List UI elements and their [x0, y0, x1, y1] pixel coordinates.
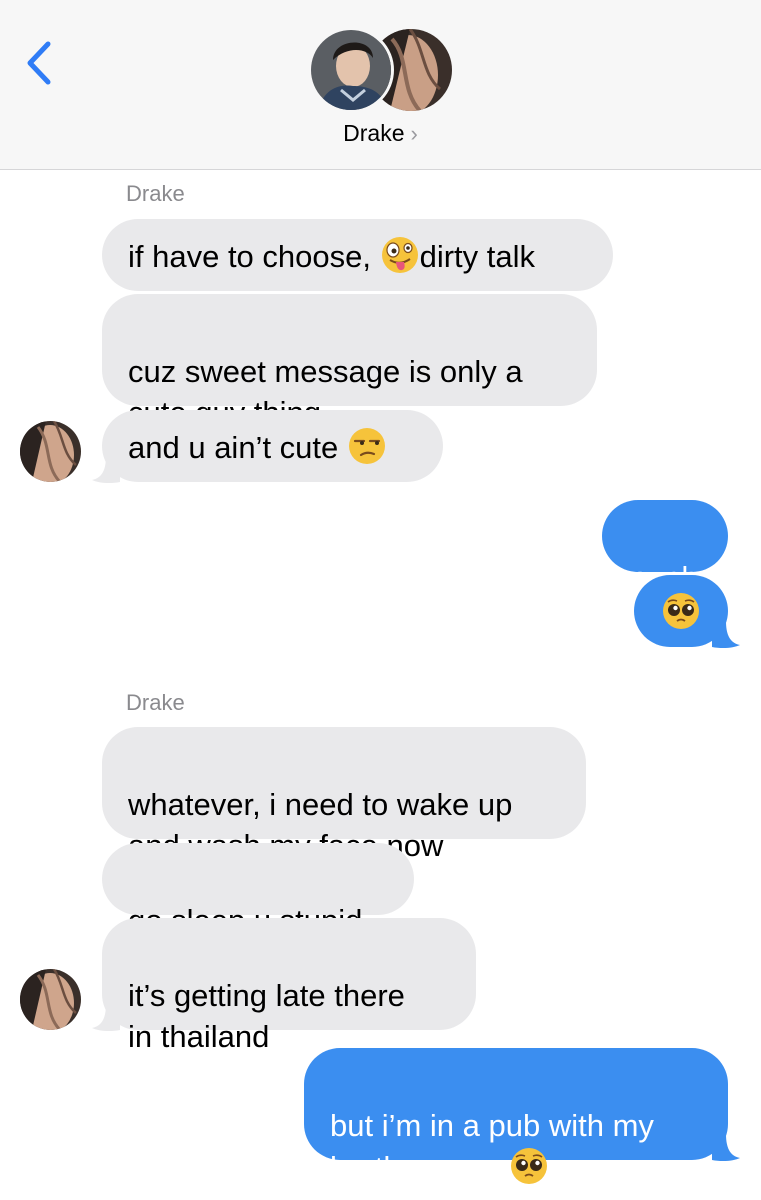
message-bubble-incoming[interactable]: cuz sweet message is only a cute guy thi…: [102, 294, 597, 430]
message-bubble-outgoing[interactable]: ouch: [602, 500, 728, 595]
message-bubble-incoming[interactable]: it’s getting late there in thailand: [102, 918, 476, 1054]
message-bubble-incoming[interactable]: and u ain’t cute: [102, 410, 443, 482]
sender-avatar: [20, 969, 81, 1030]
message-bubble-incoming[interactable]: if have to choose, dirty talk: [102, 219, 613, 291]
message-text: but i’m in a pub with my brothers now: [330, 1108, 654, 1185]
sender-avatar: [20, 421, 81, 482]
message-text: it’s getting late there in thailand: [128, 978, 405, 1054]
message-bubble-incoming[interactable]: go sleep u stupid: [102, 843, 414, 938]
message-text: if have to choose,: [128, 239, 380, 274]
message-bubble-incoming[interactable]: whatever, i need to wake up and wash my …: [102, 727, 586, 863]
group-avatars[interactable]: [308, 27, 454, 113]
message-text: dirty talk: [419, 239, 536, 274]
zany-face-emoji: [380, 235, 420, 275]
conversation-header: Drake ›: [0, 0, 761, 170]
sender-label: Drake: [126, 690, 185, 715]
bubble-tail: [92, 1004, 120, 1032]
contact-name-button[interactable]: Drake ›: [0, 120, 761, 147]
unamused-face-emoji: [347, 426, 387, 466]
bubble-tail: [92, 456, 120, 484]
message-text: and u ain’t cute: [128, 430, 347, 465]
bubble-tail: [712, 621, 740, 649]
pleading-face-emoji: [509, 1146, 549, 1186]
contact-name: Drake: [343, 120, 405, 146]
bubble-tail: [712, 1134, 740, 1162]
chevron-left-icon: [27, 41, 51, 85]
back-button[interactable]: [22, 38, 58, 88]
chevron-right-icon: ›: [410, 121, 418, 146]
message-bubble-outgoing[interactable]: but i’m in a pub with my brothers now: [304, 1048, 728, 1185]
pleading-face-emoji: [661, 591, 701, 631]
sender-label: Drake: [126, 181, 185, 206]
avatar: [308, 27, 394, 113]
